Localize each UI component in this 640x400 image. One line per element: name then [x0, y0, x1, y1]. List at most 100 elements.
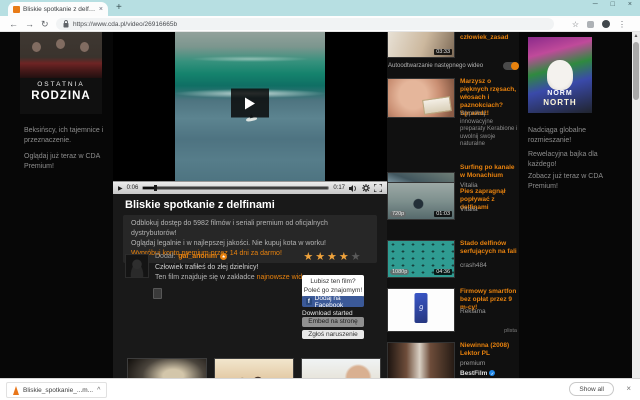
- download-bar: Bliskie_spotkanie_...m... ^ Show all ×: [0, 378, 640, 400]
- poster-title-line2: RODZINA: [31, 90, 91, 102]
- window-maximize-button[interactable]: □: [611, 1, 615, 8]
- video-channel-link[interactable]: Vitalia: [460, 206, 478, 213]
- video-title-link[interactable]: Surfing po kanale w Monachium: [460, 164, 519, 180]
- poster-title-line1: OSTATNIA: [37, 81, 85, 88]
- toggle-knob: [511, 62, 519, 70]
- plista-logo[interactable]: plista: [504, 328, 517, 334]
- downloaded-file-item[interactable]: Bliskie_spotkanie_...m... ^: [6, 382, 108, 398]
- seek-bar[interactable]: [142, 185, 330, 191]
- extension-icon[interactable]: [587, 20, 594, 28]
- video-thumbnail[interactable]: [387, 342, 455, 380]
- embed-button[interactable]: Embed na stronę: [302, 317, 364, 327]
- ad-thumbnail[interactable]: 9: [387, 288, 455, 332]
- added-by-row: Dodał: gal_anonim ★: [155, 253, 228, 260]
- seek-handle[interactable]: [153, 185, 157, 191]
- tab-close-icon[interactable]: ×: [99, 6, 103, 13]
- page-title: Bliskie spotkanie z delfinami: [125, 199, 275, 211]
- ad-caption: Oglądaj już teraz w CDA Premium!: [24, 153, 100, 170]
- scrollbar-up-arrow[interactable]: ▲: [632, 32, 640, 41]
- lock-icon: [63, 20, 69, 28]
- address-bar[interactable]: https://www.cda.pl/video/26916665b: [56, 18, 554, 30]
- phone-image: 9: [414, 293, 428, 323]
- video-title-link[interactable]: Niewinna (2008) Lektor PL: [460, 342, 519, 358]
- autoplay-label: Autoodtwarzanie następnego wideo: [388, 63, 484, 69]
- like-prompt-line1: Lubisz ten film?: [310, 278, 356, 285]
- star-empty-icon[interactable]: ★: [351, 251, 363, 263]
- quality-badge: 1080p: [390, 269, 410, 275]
- page-content: OSTATNIA RODZINA Beksińscy, ich tajemnic…: [0, 32, 640, 400]
- forward-icon[interactable]: →: [25, 18, 34, 30]
- play-overlay-button[interactable]: [231, 88, 269, 118]
- page-scrollbar[interactable]: ▲: [632, 32, 640, 400]
- facebook-share-button[interactable]: f Dodaj na Facebook: [302, 294, 364, 309]
- scrollbar-thumb[interactable]: [633, 42, 639, 100]
- quality-badge: 720p: [390, 211, 407, 217]
- back-icon[interactable]: ←: [9, 18, 18, 30]
- right-ad-rail: NORM NORTH Nadciąga globalne rozmieszani…: [519, 32, 632, 400]
- uploader-avatar[interactable]: [125, 254, 149, 278]
- browser-tab[interactable]: Bliskie spotkanie z delfinami - wi ×: [8, 2, 108, 16]
- ad-caption: Nadciąga globalne rozmieszanie!: [528, 127, 586, 144]
- vlc-media-file-icon: [13, 385, 19, 395]
- window-close-button[interactable]: ×: [628, 1, 632, 8]
- poster-figure: [32, 42, 41, 52]
- ad-caption: Zobacz już teraz w CDA Premium!: [528, 173, 603, 190]
- video-category-line: Ten film znajduje się w zakładce najnows…: [155, 274, 312, 281]
- video-title-link[interactable]: Stado delfinów serfujących na fali: [460, 240, 519, 256]
- player-controls: ▶ 0:06 0:17: [113, 181, 387, 194]
- ostatnia-rodzina-ad-poster[interactable]: OSTATNIA RODZINA: [20, 32, 102, 114]
- profile-avatar-icon[interactable]: [602, 20, 610, 28]
- norm-of-the-north-ad-poster[interactable]: NORM NORTH: [528, 37, 592, 113]
- reload-icon[interactable]: ↻: [41, 18, 49, 30]
- description-list-icon[interactable]: [153, 288, 162, 299]
- ad-description: Wypróbuj innowacyjne preparaty Kerabione…: [460, 111, 518, 147]
- list-item: 03:33 człowiek_zasad: [387, 32, 519, 61]
- promo-line: Odblokuj dostęp do 5982 filmów i seriali…: [131, 220, 328, 237]
- download-bar-close-icon[interactable]: ×: [626, 384, 631, 393]
- video-channel-link[interactable]: człowiek_zasad: [460, 34, 519, 42]
- list-item: 1080p 04:36 Stado delfinów serfujących n…: [387, 238, 519, 286]
- browser-toolbar: ← → ↻ https://www.cda.pl/video/26916665b…: [0, 16, 640, 32]
- video-channel-link[interactable]: BestFilm ✓: [460, 370, 496, 377]
- show-all-downloads-button[interactable]: Show all: [569, 382, 614, 396]
- tab-title: Bliskie spotkanie z delfinami - wi: [23, 5, 96, 13]
- verified-badge-icon: ✓: [489, 370, 496, 377]
- list-item-ad: 9 Firmowy smartfon bez opłat przez 9 m-c…: [387, 284, 519, 338]
- window-minimize-button[interactable]: ─: [593, 1, 598, 8]
- volume-icon[interactable]: [349, 184, 358, 192]
- video-channel-link[interactable]: crash484: [460, 262, 487, 269]
- fullscreen-icon[interactable]: [374, 184, 382, 192]
- menu-dots-icon[interactable]: ⋮: [618, 20, 626, 29]
- facebook-share-label: Dodaj na Facebook: [314, 294, 344, 309]
- video-thumbnail[interactable]: 1080p 04:36: [387, 240, 455, 278]
- video-thumbnail[interactable]: 720p 01:03: [387, 182, 455, 220]
- settings-gear-icon[interactable]: [362, 184, 370, 192]
- video-description-line: Człowiek trafiłeś do złej dzielnicy!: [155, 264, 259, 271]
- bookmark-star-icon[interactable]: ☆: [572, 20, 579, 29]
- premium-user-badge-icon: ★: [220, 253, 228, 260]
- autoplay-toggle[interactable]: [503, 62, 519, 70]
- added-by-label: Dodał:: [155, 253, 176, 260]
- ad-thumbnail[interactable]: [387, 78, 455, 118]
- download-caret-icon[interactable]: ^: [97, 387, 100, 394]
- list-item: 720p 01:03 Pies zapragnął popływać z del…: [387, 182, 519, 228]
- duration-badge: 01:03: [434, 211, 452, 217]
- polar-bear-figure: [547, 59, 573, 90]
- suggested-videos-list: 03:33 człowiek_zasad Autoodtwarzanie nas…: [387, 32, 519, 400]
- video-thumbnail[interactable]: 03:33: [387, 32, 455, 58]
- channel-name[interactable]: BestFilm: [460, 370, 487, 377]
- rating-stars[interactable]: ★★★★★: [301, 250, 365, 263]
- star-filled-icons[interactable]: ★★★★: [303, 251, 350, 263]
- poster-figure: [56, 39, 65, 49]
- category-text: Ten film znajduje się w zakładce: [155, 274, 255, 281]
- current-time: 0:06: [126, 185, 139, 191]
- ad-channel-label: Reklama: [460, 308, 486, 315]
- tab-strip: Bliskie spotkanie z delfinami - wi × + ─…: [0, 0, 640, 16]
- video-player[interactable]: ▶ 0:06 0:17: [113, 32, 387, 194]
- new-tab-button[interactable]: +: [116, 2, 122, 13]
- report-button[interactable]: Zgłoś naruszenie: [302, 329, 364, 339]
- uploader-username-link[interactable]: gal_anonim: [178, 253, 217, 260]
- promo-line: Oglądaj legalnie i w najlepszej jakości.…: [131, 240, 326, 247]
- play-button[interactable]: ▶: [118, 185, 123, 192]
- wave-foam: [190, 55, 310, 62]
